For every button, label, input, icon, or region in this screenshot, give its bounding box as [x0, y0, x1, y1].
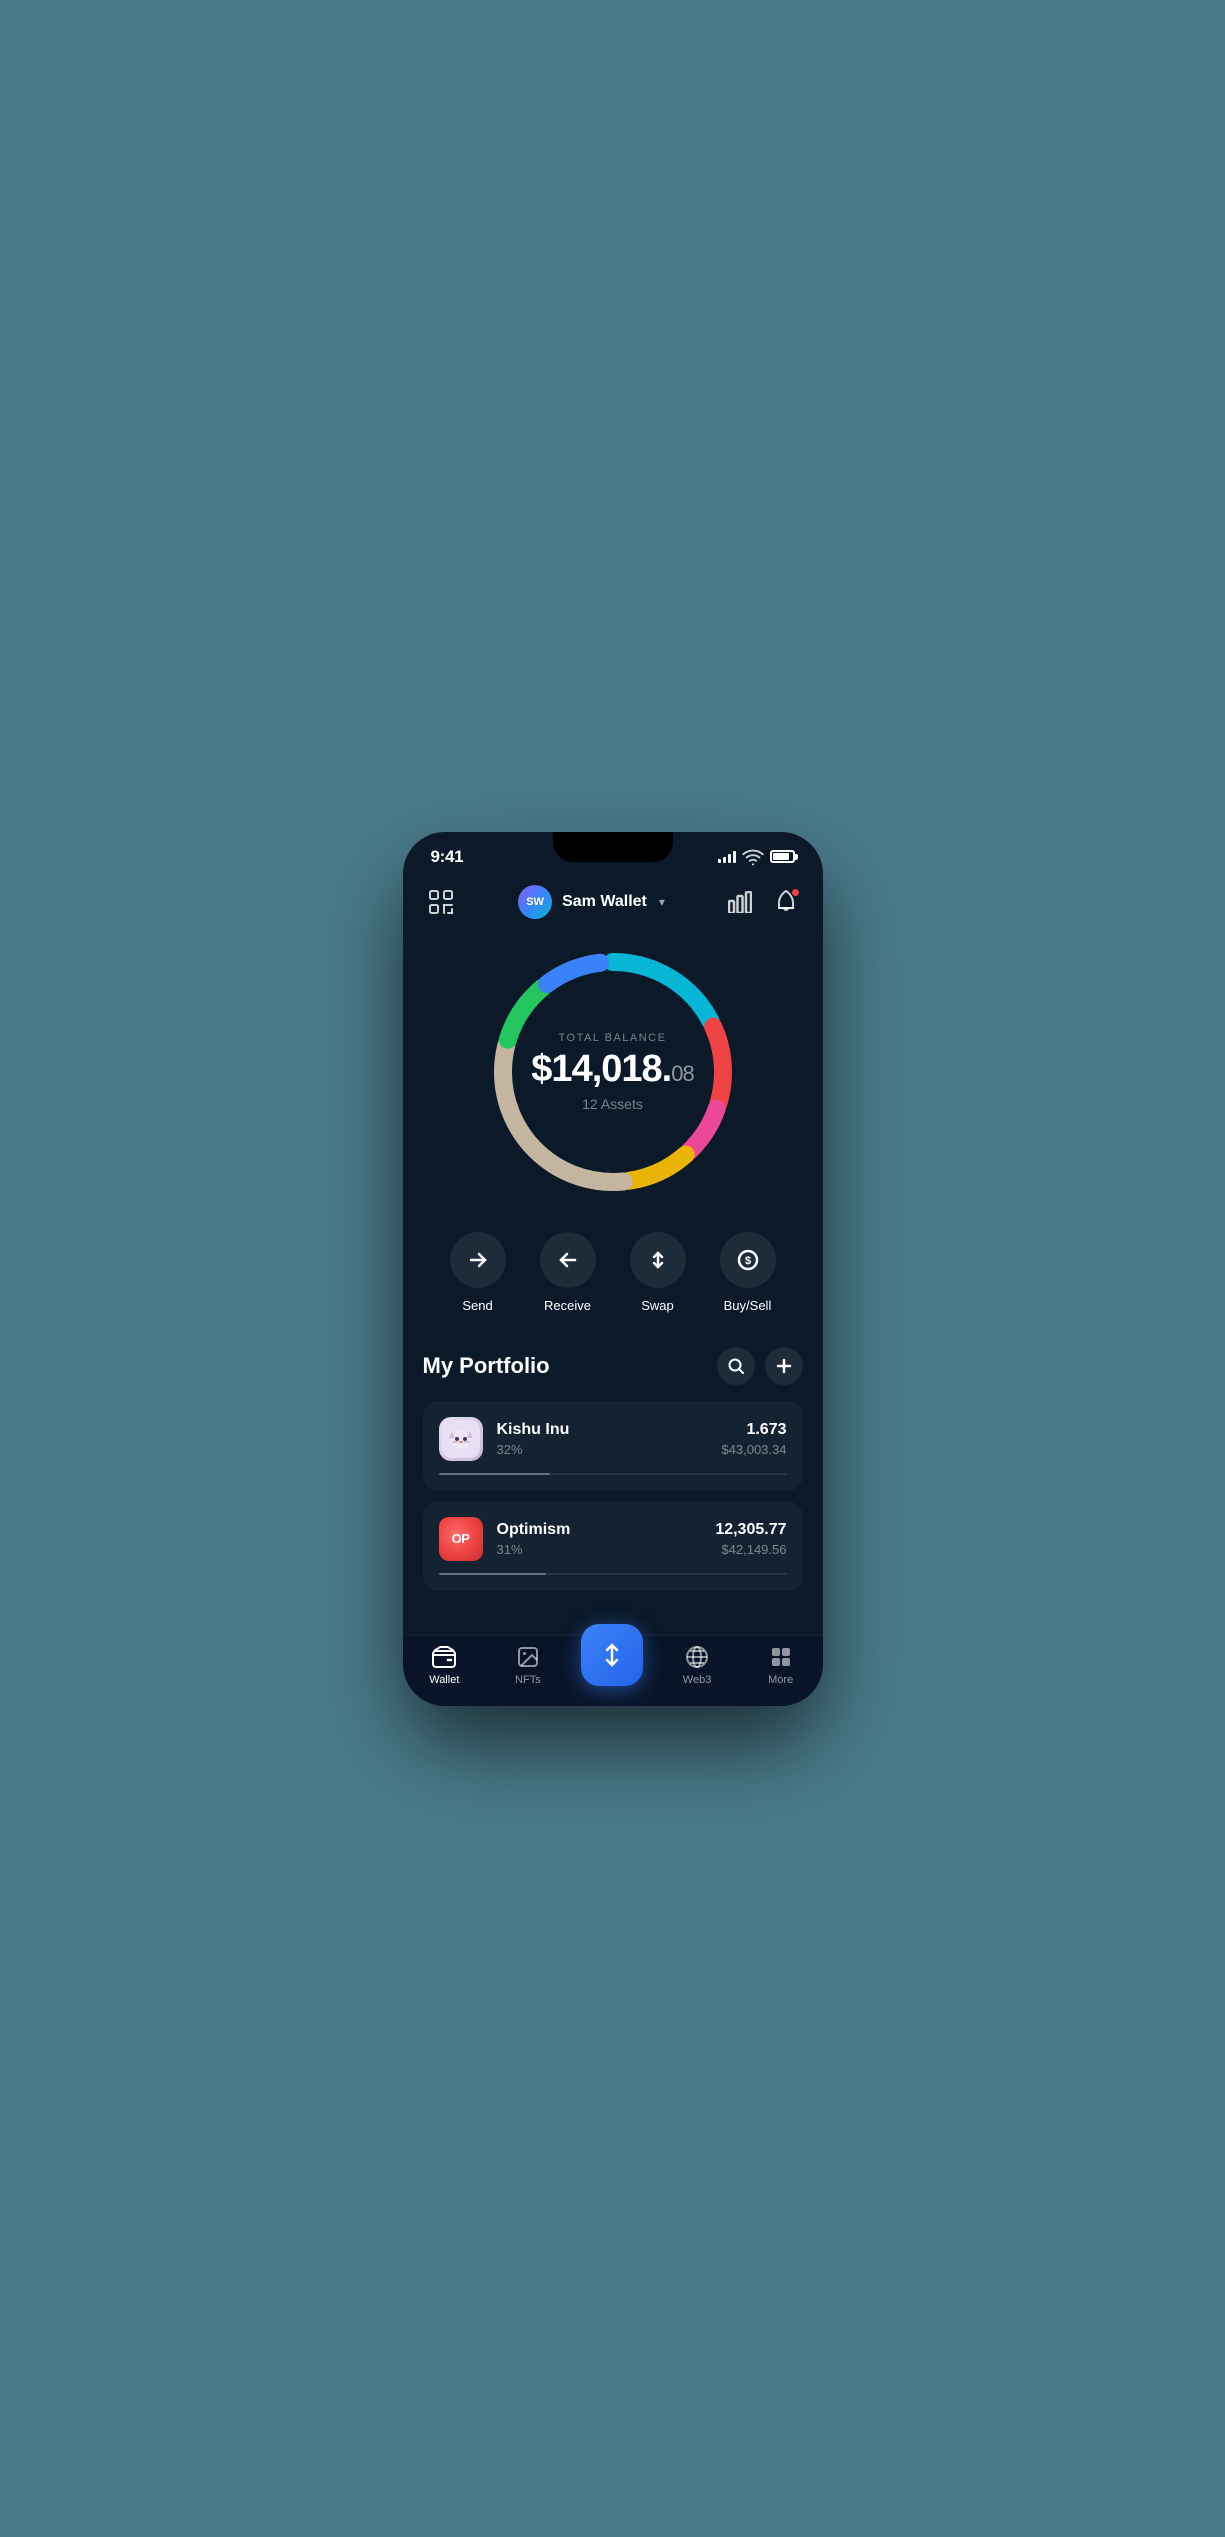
status-time: 9:41 — [431, 847, 464, 867]
notification-badge — [791, 888, 800, 897]
balance-label: TOTAL BALANCE — [531, 1032, 693, 1044]
add-icon — [775, 1357, 793, 1375]
nav-wallet[interactable]: Wallet — [414, 1644, 474, 1686]
more-nav-label: More — [768, 1674, 793, 1686]
more-nav-icon — [768, 1644, 794, 1670]
header: SW Sam Wallet ▾ — [403, 876, 823, 932]
nfts-nav-icon — [515, 1644, 541, 1670]
chart-center: TOTAL BALANCE $14,018.08 12 Assets — [531, 1032, 693, 1112]
wifi-icon — [742, 846, 764, 868]
notification-icon[interactable] — [770, 886, 802, 918]
signal-bars-icon — [718, 851, 736, 863]
wallet-nav-label: Wallet — [429, 1674, 459, 1686]
swap-label: Swap — [641, 1298, 674, 1313]
wallet-selector[interactable]: SW Sam Wallet ▾ — [518, 885, 665, 919]
optimism-icon: OP — [439, 1517, 483, 1561]
optimism-amount: 12,305.77 — [715, 1521, 786, 1539]
assets-count: 12 Assets — [531, 1096, 693, 1112]
add-button[interactable] — [765, 1347, 803, 1385]
notch — [553, 832, 673, 862]
optimism-percent: 31% — [497, 1542, 702, 1557]
phone-frame: 9:41 — [403, 832, 823, 1706]
buysell-label: Buy/Sell — [724, 1298, 772, 1313]
buysell-icon: $ — [737, 1249, 759, 1271]
chart-container: TOTAL BALANCE $14,018.08 12 Assets — [483, 942, 743, 1202]
kishu-progress-bar — [439, 1473, 787, 1475]
nav-more[interactable]: More — [751, 1644, 811, 1686]
receive-button[interactable]: Receive — [540, 1232, 596, 1313]
main-content: TOTAL BALANCE $14,018.08 12 Assets — [403, 932, 823, 1635]
balance-cents: 08 — [671, 1061, 693, 1086]
optimism-name: Optimism — [497, 1521, 702, 1539]
search-button[interactable] — [717, 1347, 755, 1385]
swap-icon — [647, 1249, 669, 1271]
screen: 9:41 — [403, 832, 823, 1706]
optimism-usd: $42,149.56 — [715, 1542, 786, 1557]
kishu-usd: $43,003.34 — [721, 1442, 786, 1457]
nav-center-swap[interactable] — [581, 1644, 643, 1686]
kishu-amount: 1.673 — [721, 1421, 786, 1439]
kishu-percent: 32% — [497, 1442, 708, 1457]
chart-icon[interactable] — [724, 886, 756, 918]
asset-card-optimism[interactable]: OP Optimism 31% 12,305.77 $42,149.56 — [423, 1501, 803, 1591]
send-button[interactable]: Send — [450, 1232, 506, 1313]
balance-amount: $14,018.08 — [531, 1050, 693, 1088]
bottom-nav: Wallet NFTs — [403, 1635, 823, 1706]
asset-card-kishu[interactable]: Kishu Inu 32% 1.673 $43,003.34 — [423, 1401, 803, 1491]
receive-icon — [557, 1249, 579, 1271]
nfts-nav-label: NFTs — [515, 1674, 541, 1686]
center-swap-icon — [598, 1641, 626, 1669]
portfolio-header-actions — [717, 1347, 803, 1385]
portfolio-section: My Portfolio — [403, 1337, 823, 1635]
chevron-down-icon: ▾ — [659, 895, 665, 909]
header-right-icons — [724, 886, 802, 918]
web3-nav-label: Web3 — [683, 1674, 712, 1686]
kishu-name: Kishu Inu — [497, 1421, 708, 1439]
send-icon — [467, 1249, 489, 1271]
receive-label: Receive — [544, 1298, 591, 1313]
wallet-name: Sam Wallet — [562, 893, 647, 911]
optimism-progress-bar — [439, 1573, 787, 1575]
portfolio-chart: TOTAL BALANCE $14,018.08 12 Assets — [403, 932, 823, 1222]
svg-text:$: $ — [744, 1255, 750, 1267]
search-icon — [727, 1357, 745, 1375]
status-icons — [718, 846, 795, 868]
swap-button[interactable]: Swap — [630, 1232, 686, 1313]
battery-icon — [770, 850, 795, 863]
portfolio-header: My Portfolio — [423, 1347, 803, 1385]
send-label: Send — [462, 1298, 492, 1313]
nav-nfts[interactable]: NFTs — [498, 1644, 558, 1686]
avatar: SW — [518, 885, 552, 919]
portfolio-title: My Portfolio — [423, 1353, 550, 1379]
web3-nav-icon — [684, 1644, 710, 1670]
balance-whole: $14,018. — [531, 1048, 671, 1090]
buysell-button[interactable]: $ Buy/Sell — [720, 1232, 776, 1313]
nav-web3[interactable]: Web3 — [667, 1644, 727, 1686]
action-buttons: Send Receive — [403, 1222, 823, 1337]
kishu-icon — [439, 1417, 483, 1461]
wallet-nav-icon — [431, 1644, 457, 1670]
scan-icon[interactable] — [423, 884, 459, 920]
